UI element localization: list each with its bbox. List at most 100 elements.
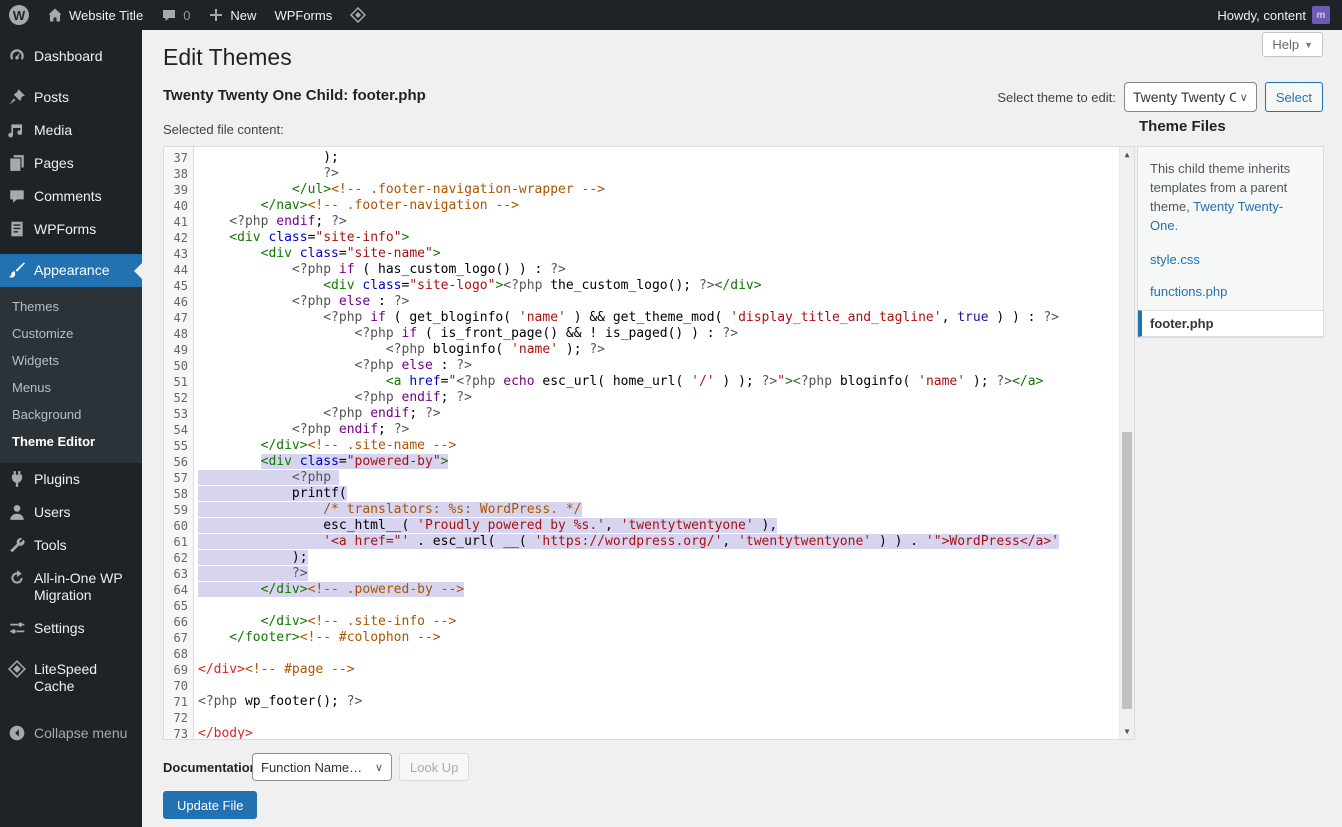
line-number: 38 — [164, 166, 188, 182]
submenu-item-themes[interactable]: Themes — [0, 293, 142, 320]
line-number: 59 — [164, 502, 188, 518]
sidebar-item-label: Comments — [34, 188, 102, 205]
update-file-button[interactable]: Update File — [163, 791, 257, 819]
submenu-item-menus[interactable]: Menus — [0, 374, 142, 401]
code-line: <?php — [198, 470, 1134, 486]
line-number-gutter: 3738394041424344454647484950515253545556… — [164, 147, 194, 739]
line-number: 52 — [164, 390, 188, 406]
sidebar-item-label: Tools — [34, 537, 67, 554]
code-line: '<a href="' . esc_url( __( 'https://word… — [198, 534, 1134, 550]
code-line: <?php else : ?> — [198, 294, 1134, 310]
submenu-item-theme-editor[interactable]: Theme Editor — [0, 428, 142, 455]
sidebar-menu: Dashboard PostsMedia Pages Comments WPForms A… — [0, 30, 142, 827]
code-pane[interactable]: ); ?> </ul><!-- .footer-navigation-wrapp… — [194, 147, 1134, 739]
dashboard-icon — [8, 47, 26, 65]
code-line: <?php if ( is_front_page() && ! is_paged… — [198, 326, 1134, 342]
code-line: <div class="site-info"> — [198, 230, 1134, 246]
line-number: 72 — [164, 710, 188, 726]
code-line: </body> — [198, 726, 1134, 739]
line-number: 49 — [164, 342, 188, 358]
code-line: esc_html__( 'Proudly powered by %s.', 't… — [198, 518, 1134, 534]
line-number: 67 — [164, 630, 188, 646]
sidebar-item-label: Collapse menu — [34, 725, 127, 742]
appearance-icon — [8, 261, 26, 279]
code-line: </nav><!-- .footer-navigation --> — [198, 198, 1134, 214]
file-subtitle: Twenty Twenty One Child: footer.php — [163, 87, 426, 104]
wpforms-menu[interactable]: WPForms — [265, 0, 341, 30]
migration-icon — [8, 569, 26, 587]
code-line: <a href="<?php echo esc_url( home_url( '… — [198, 374, 1134, 390]
sidebar-item-label: Pages — [34, 155, 74, 172]
sidebar-item-tools[interactable]: Tools — [0, 529, 142, 562]
litespeed-menu[interactable] — [341, 0, 375, 30]
line-number: 41 — [164, 214, 188, 230]
comment-bubble-icon — [161, 7, 177, 23]
plus-icon — [208, 7, 224, 23]
code-line: </ul><!-- .footer-navigation-wrapper --> — [198, 182, 1134, 198]
selected-text: esc_html__( 'Proudly powered by %s.', 't… — [198, 518, 777, 533]
code-line — [198, 598, 1134, 614]
submenu-item-customize[interactable]: Customize — [0, 320, 142, 347]
pages-icon — [8, 154, 26, 172]
scrollbar-down-arrow-icon[interactable]: ▼ — [1120, 724, 1134, 739]
documentation-select-value: Function Name… — [261, 760, 362, 775]
sidebar-item-media[interactable]: Media — [0, 114, 142, 147]
sidebar-item-appearance[interactable]: Appearance — [0, 254, 142, 287]
sidebar-item-comments[interactable]: Comments — [0, 180, 142, 213]
sidebar-item-collapse[interactable]: Collapse menu — [0, 717, 142, 750]
sidebar-item-posts[interactable]: Posts — [0, 81, 142, 114]
code-line: <?php endif; ?> — [198, 406, 1134, 422]
scrollbar-up-arrow-icon[interactable]: ▲ — [1120, 147, 1134, 162]
chevron-down-icon: ∨ — [375, 761, 383, 774]
lookup-button[interactable]: Look Up — [399, 753, 469, 781]
selected-text: <?php — [198, 470, 339, 485]
sidebar-item-users[interactable]: Users — [0, 496, 142, 529]
code-editor[interactable]: 3738394041424344454647484950515253545556… — [163, 146, 1135, 740]
menu-separator — [0, 246, 142, 254]
site-name-menu[interactable]: Website Title — [38, 0, 152, 30]
sidebar-item-label: LiteSpeed Cache — [34, 661, 136, 695]
submenu-item-background[interactable]: Background — [0, 401, 142, 428]
chevron-down-icon: ∨ — [1240, 91, 1248, 104]
documentation-select[interactable]: Function Name… ∨ — [252, 753, 392, 781]
comments-menu[interactable]: 0 — [152, 0, 199, 30]
code-line: <?php else : ?> — [198, 358, 1134, 374]
theme-file-link-functions.php[interactable]: functions.php — [1138, 284, 1323, 299]
sidebar-item-settings[interactable]: Settings — [0, 612, 142, 645]
new-content-menu[interactable]: New — [199, 0, 265, 30]
code-line: ?> — [198, 166, 1134, 182]
help-label: Help — [1272, 37, 1299, 52]
documentation-row: Documentation: Function Name… ∨ Look Up — [163, 753, 469, 781]
sidebar-item-litespeed[interactable]: LiteSpeed Cache — [0, 653, 142, 703]
select-theme-button[interactable]: Select — [1265, 82, 1323, 112]
sidebar-item-wpforms[interactable]: WPForms — [0, 213, 142, 246]
sidebar-item-pages[interactable]: Pages — [0, 147, 142, 180]
help-button[interactable]: Help ▼ — [1262, 32, 1323, 57]
theme-select-dropdown[interactable]: Twenty Twenty One ∨ — [1124, 82, 1257, 112]
theme-file-active-footer.php[interactable]: footer.php — [1138, 310, 1323, 337]
scrollbar-thumb[interactable] — [1122, 432, 1132, 709]
theme-files-box: This child theme inherits templates from… — [1137, 146, 1324, 338]
submenu-item-widgets[interactable]: Widgets — [0, 347, 142, 374]
line-number: 61 — [164, 534, 188, 550]
line-number: 60 — [164, 518, 188, 534]
sidebar-item-dashboard[interactable]: Dashboard — [0, 40, 142, 73]
tools-icon — [8, 536, 26, 554]
line-number: 55 — [164, 438, 188, 454]
code-line — [198, 710, 1134, 726]
home-icon — [47, 7, 63, 23]
wordpress-logo-menu[interactable]: W — [0, 0, 38, 30]
code-line: <div class="site-logo"><?php the_custom_… — [198, 278, 1134, 294]
howdy-account-menu[interactable]: Howdy, content m — [1217, 0, 1330, 30]
line-number: 63 — [164, 566, 188, 582]
sidebar-item-plugins[interactable]: Plugins — [0, 463, 142, 496]
line-number: 69 — [164, 662, 188, 678]
main-content: Help ▼ Edit Themes Twenty Twenty One Chi… — [142, 30, 1342, 827]
sidebar-item-migration[interactable]: All-in-One WP Migration — [0, 562, 142, 612]
sidebar-item-label: Dashboard — [34, 48, 103, 65]
theme-file-list: style.css functions.php footer.php — [1138, 252, 1323, 337]
editor-scrollbar[interactable]: ▲ ▼ — [1119, 147, 1134, 739]
menu-separator — [0, 645, 142, 653]
theme-file-link-style.css[interactable]: style.css — [1138, 252, 1323, 267]
line-number: 66 — [164, 614, 188, 630]
